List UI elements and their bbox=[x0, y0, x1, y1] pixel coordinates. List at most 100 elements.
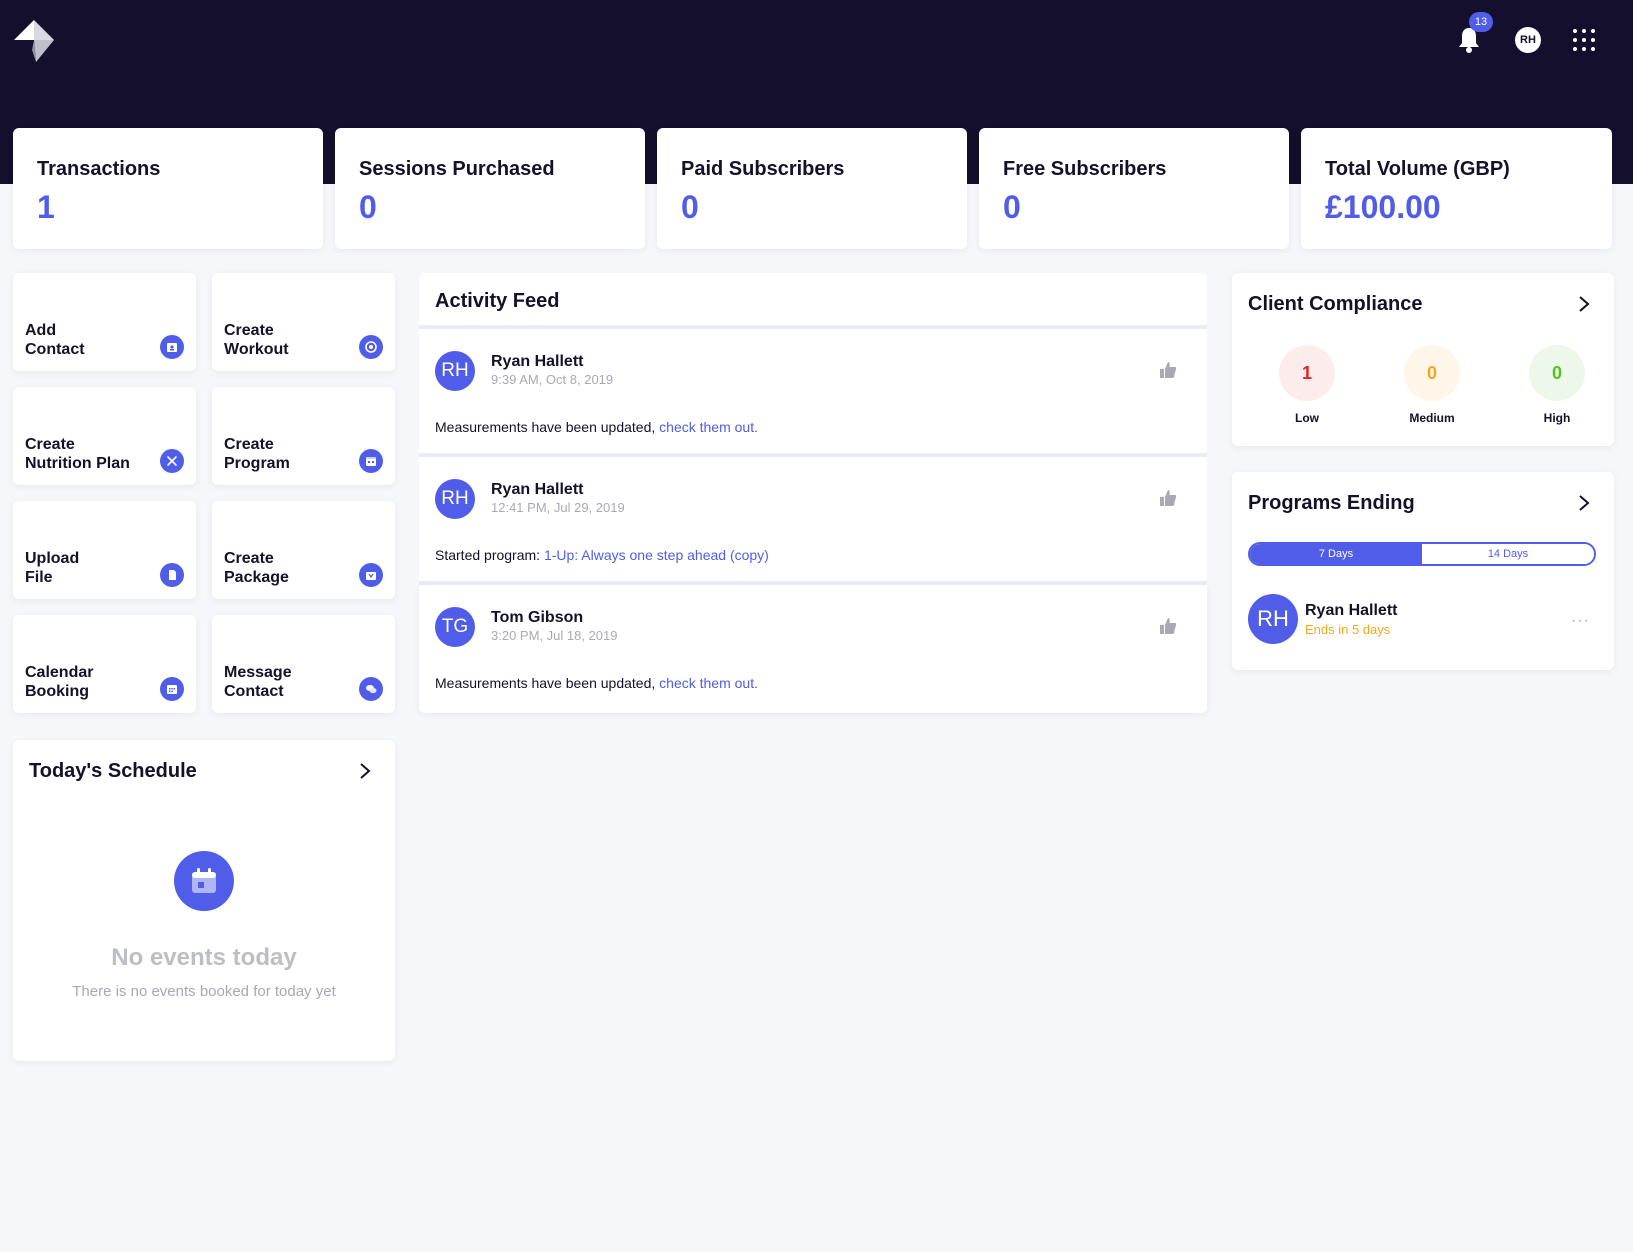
package-icon bbox=[359, 563, 383, 587]
action-label: Create Program bbox=[224, 436, 290, 472]
file-icon bbox=[160, 563, 184, 587]
thumbs-up-icon[interactable] bbox=[1159, 489, 1177, 507]
avatar[interactable]: RH bbox=[1248, 594, 1298, 644]
stat-value: 0 bbox=[1003, 189, 1021, 225]
todays-schedule-card: Today's Schedule No events today There i… bbox=[13, 740, 395, 1061]
top-actions: 13 RH bbox=[1455, 12, 1595, 58]
avatar[interactable]: TG bbox=[435, 607, 475, 647]
programs-ending-card: Programs Ending 7 Days 14 Days RH Ryan H… bbox=[1232, 472, 1614, 670]
stat-title: Total Volume (GBP) bbox=[1325, 158, 1510, 180]
stat-card-sessions-purchased: Sessions Purchased 0 bbox=[335, 128, 645, 249]
feed-item: RH Ryan Hallett 12:41 PM, Jul 29, 2019 S… bbox=[419, 457, 1207, 585]
activity-feed-title: Activity Feed bbox=[419, 273, 1207, 329]
more-options-icon[interactable]: ··· bbox=[1571, 612, 1590, 630]
feed-message: Measurements have been updated, bbox=[435, 419, 660, 435]
stat-value: £100.00 bbox=[1325, 189, 1441, 225]
stats-row: Transactions 1 Sessions Purchased 0 Paid… bbox=[13, 128, 1612, 249]
stat-card-free-subscribers: Free Subscribers 0 bbox=[979, 128, 1289, 249]
upload-file-button[interactable]: Upload File bbox=[13, 501, 196, 599]
program-client-name[interactable]: Ryan Hallett bbox=[1305, 602, 1397, 620]
thumbs-up-icon[interactable] bbox=[1159, 617, 1177, 635]
logo-icon[interactable] bbox=[14, 20, 54, 62]
feed-text: Started program: 1-Up: Always one step a… bbox=[435, 547, 769, 563]
calendar-icon bbox=[160, 677, 184, 701]
stat-title: Free Subscribers bbox=[1003, 158, 1167, 180]
user-avatar[interactable]: RH bbox=[1515, 27, 1541, 53]
compliance-high-count[interactable]: 0 bbox=[1529, 345, 1585, 401]
create-nutrition-plan-button[interactable]: Create Nutrition Plan bbox=[13, 387, 196, 485]
tab-7-days[interactable]: 7 Days bbox=[1250, 544, 1422, 564]
calendar-booking-button[interactable]: Calendar Booking bbox=[13, 615, 196, 713]
feed-link[interactable]: check them out. bbox=[659, 419, 758, 435]
feed-link[interactable]: 1-Up: Always one step ahead (copy) bbox=[544, 547, 769, 563]
workout-icon bbox=[359, 335, 383, 359]
action-label: Message Contact bbox=[224, 664, 292, 700]
chevron-right-icon[interactable] bbox=[359, 762, 371, 780]
stat-value: 1 bbox=[37, 189, 55, 225]
feed-item: RH Ryan Hallett 9:39 AM, Oct 8, 2019 Mea… bbox=[419, 329, 1207, 457]
quick-actions: Add Contact Create Workout Create Nutrit… bbox=[13, 273, 395, 713]
compliance-low-count[interactable]: 1 bbox=[1279, 345, 1335, 401]
feed-user-name[interactable]: Ryan Hallett bbox=[491, 353, 583, 371]
period-toggle: 7 Days 14 Days bbox=[1248, 542, 1596, 566]
stat-value: 0 bbox=[359, 189, 377, 225]
chevron-right-icon[interactable] bbox=[1578, 295, 1590, 313]
stat-card-transactions: Transactions 1 bbox=[13, 128, 323, 249]
action-label: Add Contact bbox=[25, 322, 85, 358]
client-compliance-card: Client Compliance 1 Low 0 Medium 0 High bbox=[1232, 273, 1614, 446]
notification-count-badge: 13 bbox=[1469, 12, 1493, 32]
feed-text: Measurements have been updated, check th… bbox=[435, 675, 758, 691]
app-grid-icon[interactable] bbox=[1573, 29, 1595, 51]
create-package-button[interactable]: Create Package bbox=[212, 501, 395, 599]
cutlery-icon bbox=[160, 449, 184, 473]
stat-value: 0 bbox=[681, 189, 699, 225]
stat-title: Transactions bbox=[37, 158, 161, 180]
stat-card-total-volume: Total Volume (GBP) £100.00 bbox=[1301, 128, 1612, 249]
feed-message: Measurements have been updated, bbox=[435, 675, 660, 691]
stat-title: Paid Subscribers bbox=[681, 158, 845, 180]
calendar-icon bbox=[174, 851, 234, 911]
feed-text: Measurements have been updated, check th… bbox=[435, 419, 758, 435]
program-ends-text: Ends in 5 days bbox=[1305, 622, 1391, 637]
feed-link[interactable]: check them out. bbox=[659, 675, 758, 691]
add-contact-button[interactable]: Add Contact bbox=[13, 273, 196, 371]
feed-user-name[interactable]: Ryan Hallett bbox=[491, 481, 583, 499]
action-label: Create Package bbox=[224, 550, 289, 586]
feed-item: TG Tom Gibson 3:20 PM, Jul 18, 2019 Meas… bbox=[419, 585, 1207, 713]
create-workout-button[interactable]: Create Workout bbox=[212, 273, 395, 371]
stat-card-paid-subscribers: Paid Subscribers 0 bbox=[657, 128, 967, 249]
chevron-right-icon[interactable] bbox=[1578, 494, 1590, 512]
feed-timestamp: 12:41 PM, Jul 29, 2019 bbox=[491, 500, 625, 515]
activity-feed: Activity Feed RH Ryan Hallett 9:39 AM, O… bbox=[419, 273, 1207, 713]
calendar-icon bbox=[359, 449, 383, 473]
create-program-button[interactable]: Create Program bbox=[212, 387, 395, 485]
feed-timestamp: 9:39 AM, Oct 8, 2019 bbox=[491, 372, 614, 387]
action-label: Create Nutrition Plan bbox=[25, 436, 130, 472]
notifications-button[interactable]: 13 bbox=[1455, 12, 1493, 58]
compliance-medium-label: Medium bbox=[1409, 411, 1455, 425]
avatar[interactable]: RH bbox=[435, 351, 475, 391]
empty-state-title: No events today bbox=[111, 944, 297, 971]
empty-state-text: There is no events booked for today yet bbox=[72, 983, 336, 1000]
avatar[interactable]: RH bbox=[435, 479, 475, 519]
compliance-high-label: High bbox=[1543, 411, 1571, 425]
compliance-high: 0 High bbox=[1517, 345, 1597, 425]
compliance-medium-count[interactable]: 0 bbox=[1404, 345, 1460, 401]
action-label: Create Workout bbox=[224, 322, 289, 358]
compliance-low: 1 Low bbox=[1267, 345, 1347, 425]
stat-title: Sessions Purchased bbox=[359, 158, 555, 180]
contact-icon bbox=[160, 335, 184, 359]
feed-message: Started program: bbox=[435, 547, 544, 563]
feed-user-name[interactable]: Tom Gibson bbox=[491, 609, 583, 627]
feed-timestamp: 3:20 PM, Jul 18, 2019 bbox=[491, 628, 618, 643]
action-label: Upload File bbox=[25, 550, 80, 586]
message-contact-button[interactable]: Message Contact bbox=[212, 615, 395, 713]
chat-icon bbox=[359, 677, 383, 701]
compliance-medium: 0 Medium bbox=[1392, 345, 1472, 425]
schedule-title: Today's Schedule bbox=[29, 760, 197, 782]
compliance-low-label: Low bbox=[1295, 411, 1319, 425]
tab-14-days[interactable]: 14 Days bbox=[1422, 544, 1594, 564]
programs-ending-title: Programs Ending bbox=[1248, 492, 1415, 514]
compliance-title: Client Compliance bbox=[1248, 293, 1423, 315]
thumbs-up-icon[interactable] bbox=[1159, 361, 1177, 379]
